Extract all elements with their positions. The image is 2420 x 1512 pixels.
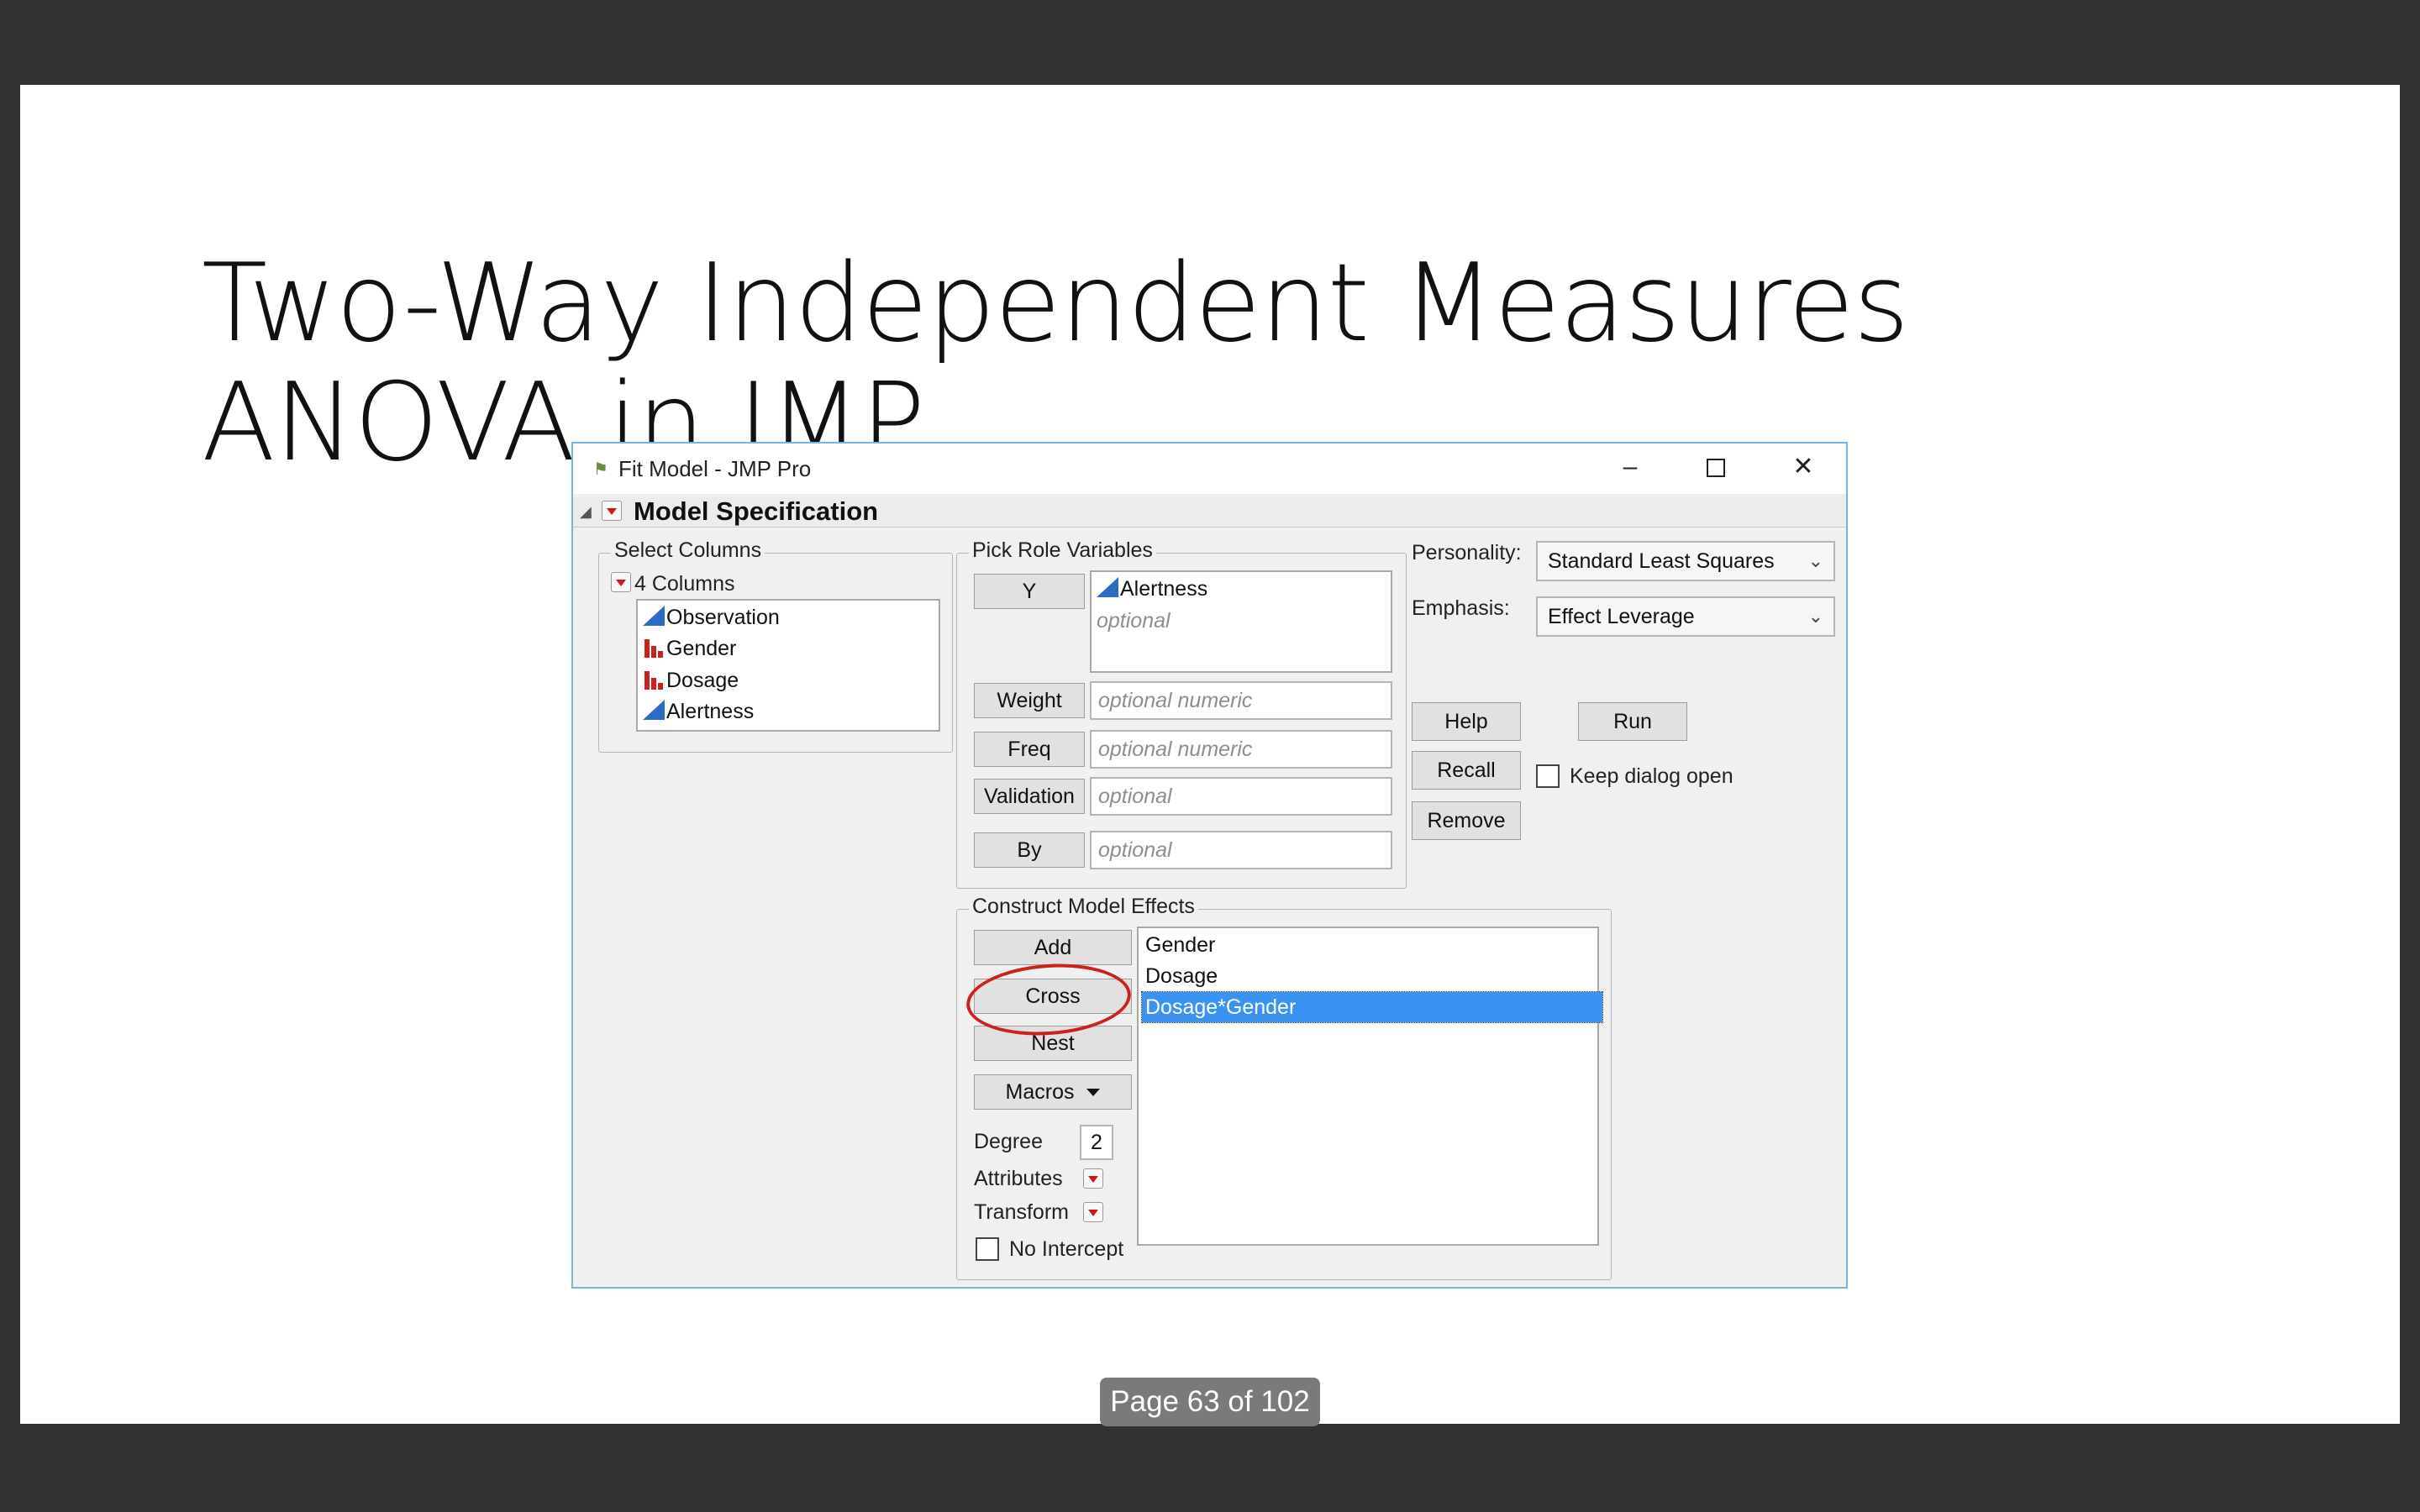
freq-role-field[interactable]: optional numeric — [1090, 730, 1392, 769]
select-columns-label: Select Columns — [611, 538, 765, 563]
columns-red-triangle-icon[interactable] — [611, 572, 631, 592]
slide-title-line-1: Two-Way Independent Measures — [202, 241, 1909, 366]
red-triangle-menu-icon[interactable] — [602, 501, 622, 521]
y-role-list[interactable]: Alertness optional — [1090, 570, 1392, 673]
fit-model-window: ⚑ Fit Model - JMP Pro – ✕ ◢ Model Specif… — [571, 442, 1848, 1289]
help-button[interactable]: Help — [1412, 702, 1521, 741]
effect-item-dosage-gender[interactable]: Dosage*Gender — [1141, 991, 1603, 1023]
columns-list[interactable]: Observation Gender Dosage Alertness — [636, 599, 940, 732]
chevron-down-icon: ⌄ — [1807, 550, 1823, 571]
window-title: Fit Model - JMP Pro — [618, 456, 812, 481]
column-item-label: Dosage — [666, 669, 739, 692]
effect-item-gender[interactable]: Gender — [1142, 930, 1602, 960]
transform-label: Transform — [974, 1200, 1069, 1224]
minimize-button[interactable]: – — [1605, 450, 1655, 484]
effect-item-dosage[interactable]: Dosage — [1142, 961, 1602, 991]
column-item-label: Alertness — [666, 700, 755, 723]
page-indicator: Page 63 of 102 — [1100, 1378, 1320, 1426]
attributes-red-triangle-icon[interactable] — [1083, 1168, 1103, 1189]
construct-model-effects-label: Construct Model Effects — [969, 895, 1198, 919]
column-item-gender[interactable]: Gender — [643, 633, 736, 664]
y-role-item-alertness[interactable]: Alertness — [1097, 574, 1207, 604]
column-item-observation[interactable]: Observation — [643, 602, 780, 633]
personality-select[interactable]: Standard Least Squares ⌄ — [1536, 541, 1835, 581]
jmp-app-icon: ⚑ — [593, 460, 608, 479]
run-button[interactable]: Run — [1578, 702, 1687, 741]
pick-role-variables-label: Pick Role Variables — [969, 538, 1156, 563]
pick-role-variables-group: Pick Role Variables Y Alertness optional… — [956, 538, 1407, 889]
personality-value: Standard Least Squares — [1548, 549, 1775, 573]
validation-role-button[interactable]: Validation — [974, 779, 1085, 814]
window-titlebar[interactable]: ⚑ Fit Model - JMP Pro – ✕ — [573, 444, 1846, 494]
close-button[interactable]: ✕ — [1778, 450, 1828, 484]
chevron-down-icon: ⌄ — [1807, 606, 1823, 627]
emphasis-select[interactable]: Effect Leverage ⌄ — [1536, 596, 1835, 637]
freq-role-button[interactable]: Freq — [974, 732, 1085, 767]
continuous-column-icon — [643, 700, 665, 720]
by-role-button[interactable]: By — [974, 832, 1085, 868]
y-role-button[interactable]: Y — [974, 574, 1085, 609]
recall-button[interactable]: Recall — [1412, 751, 1521, 790]
disclosure-triangle-icon[interactable]: ◢ — [580, 503, 592, 521]
validation-role-field[interactable]: optional — [1090, 777, 1392, 816]
column-item-dosage[interactable]: Dosage — [643, 665, 739, 696]
y-role-placeholder: optional — [1097, 609, 1171, 633]
dropdown-arrow-icon — [1086, 1089, 1101, 1096]
maximize-button[interactable] — [1691, 450, 1741, 484]
column-item-label: Observation — [666, 606, 780, 629]
model-specification-header: ◢ Model Specification — [573, 496, 1846, 528]
attributes-label: Attributes — [974, 1167, 1063, 1190]
column-item-alertness[interactable]: Alertness — [643, 696, 754, 727]
select-columns-group: Select Columns 4 Columns Observation Gen… — [598, 538, 953, 753]
continuous-column-icon — [1097, 577, 1118, 597]
transform-red-triangle-icon[interactable] — [1083, 1202, 1103, 1222]
columns-count-label: 4 Columns — [634, 572, 735, 596]
degree-field[interactable]: 2 — [1080, 1125, 1113, 1160]
model-specification-title: Model Specification — [634, 496, 879, 526]
degree-label: Degree — [974, 1130, 1043, 1153]
remove-button[interactable]: Remove — [1412, 801, 1521, 840]
no-intercept-label[interactable]: No Intercept — [1009, 1237, 1123, 1262]
emphasis-value: Effect Leverage — [1548, 605, 1695, 628]
macros-button[interactable]: Macros — [974, 1074, 1132, 1110]
continuous-column-icon — [643, 606, 665, 626]
maximize-icon — [1707, 459, 1725, 477]
nominal-column-icon — [643, 638, 665, 658]
model-effects-list[interactable]: Gender Dosage Dosage*Gender — [1137, 927, 1603, 1246]
column-item-label: Gender — [666, 637, 737, 660]
keep-dialog-open-label[interactable]: Keep dialog open — [1570, 764, 1733, 789]
emphasis-label: Emphasis: — [1412, 596, 1510, 620]
y-role-value: Alertness — [1120, 577, 1208, 601]
add-button[interactable]: Add — [974, 930, 1132, 965]
by-role-field[interactable]: optional — [1090, 831, 1392, 869]
weight-role-field[interactable]: optional numeric — [1090, 681, 1392, 720]
personality-label: Personality: — [1412, 541, 1522, 564]
weight-role-button[interactable]: Weight — [974, 683, 1085, 718]
keep-dialog-open-checkbox[interactable] — [1536, 764, 1560, 788]
macros-button-label: Macros — [1005, 1080, 1075, 1104]
nominal-column-icon — [643, 669, 665, 690]
no-intercept-checkbox[interactable] — [976, 1237, 999, 1261]
